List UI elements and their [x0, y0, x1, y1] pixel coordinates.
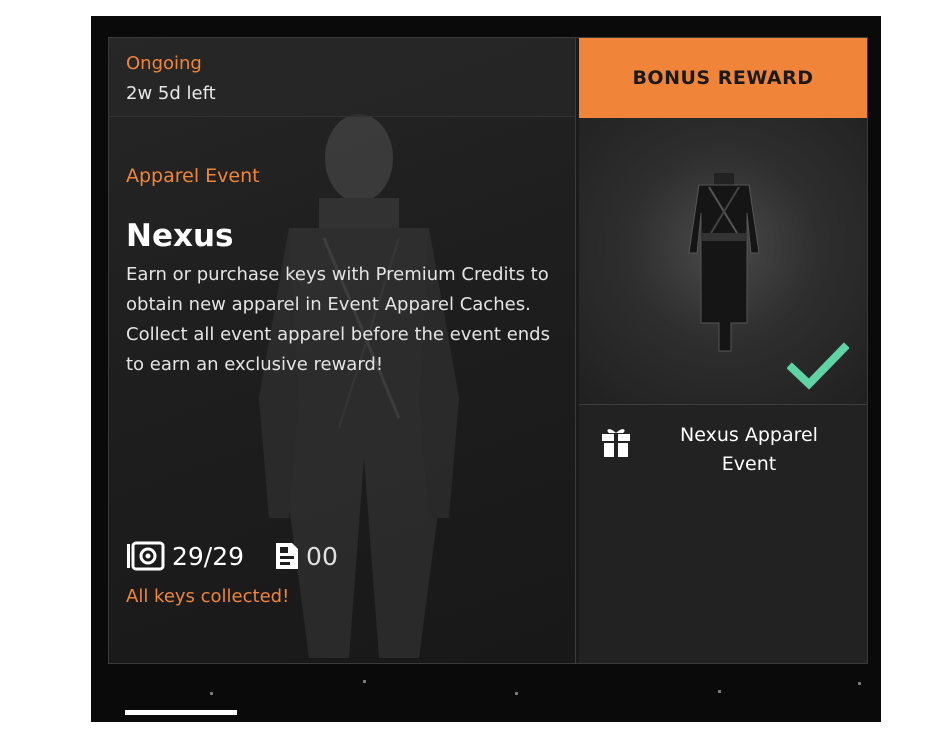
keys-status-text: All keys collected!: [126, 586, 290, 607]
apparel-outfit-image: [688, 173, 760, 352]
reward-item[interactable]: Nexus Apparel Event: [579, 406, 867, 486]
event-time-left: 2w 5d left: [126, 83, 216, 104]
premium-credits-icon: [276, 543, 299, 569]
event-status-bar: Ongoing 2w 5d left: [109, 38, 575, 117]
bonus-reward-header: BONUS REWARD: [579, 38, 867, 118]
event-description: Earn or purchase keys with Premium Credi…: [126, 264, 550, 375]
event-status-label: Ongoing: [126, 53, 202, 74]
reward-preview[interactable]: [579, 118, 867, 405]
event-title: Nexus: [126, 218, 234, 254]
event-type-label: Apparel Event: [126, 165, 260, 187]
premium-credits-count: 00: [306, 541, 338, 571]
page-indicator: [125, 710, 237, 715]
reward-name: Nexus Apparel Event: [680, 424, 818, 475]
keys-summary: 29/29 00: [126, 538, 338, 574]
gift-icon: [602, 429, 630, 457]
key-cache-icon: [127, 541, 165, 571]
checkmark-icon: [787, 342, 849, 390]
bonus-reward-section: BONUS REWARD Nexus Apparel Event: [579, 38, 867, 663]
event-info-section: Ongoing 2w 5d left Apparel Event Nexus E…: [109, 38, 576, 663]
event-panel: Ongoing 2w 5d left Apparel Event Nexus E…: [108, 37, 868, 664]
keys-collected-count: 29/29: [172, 541, 245, 571]
